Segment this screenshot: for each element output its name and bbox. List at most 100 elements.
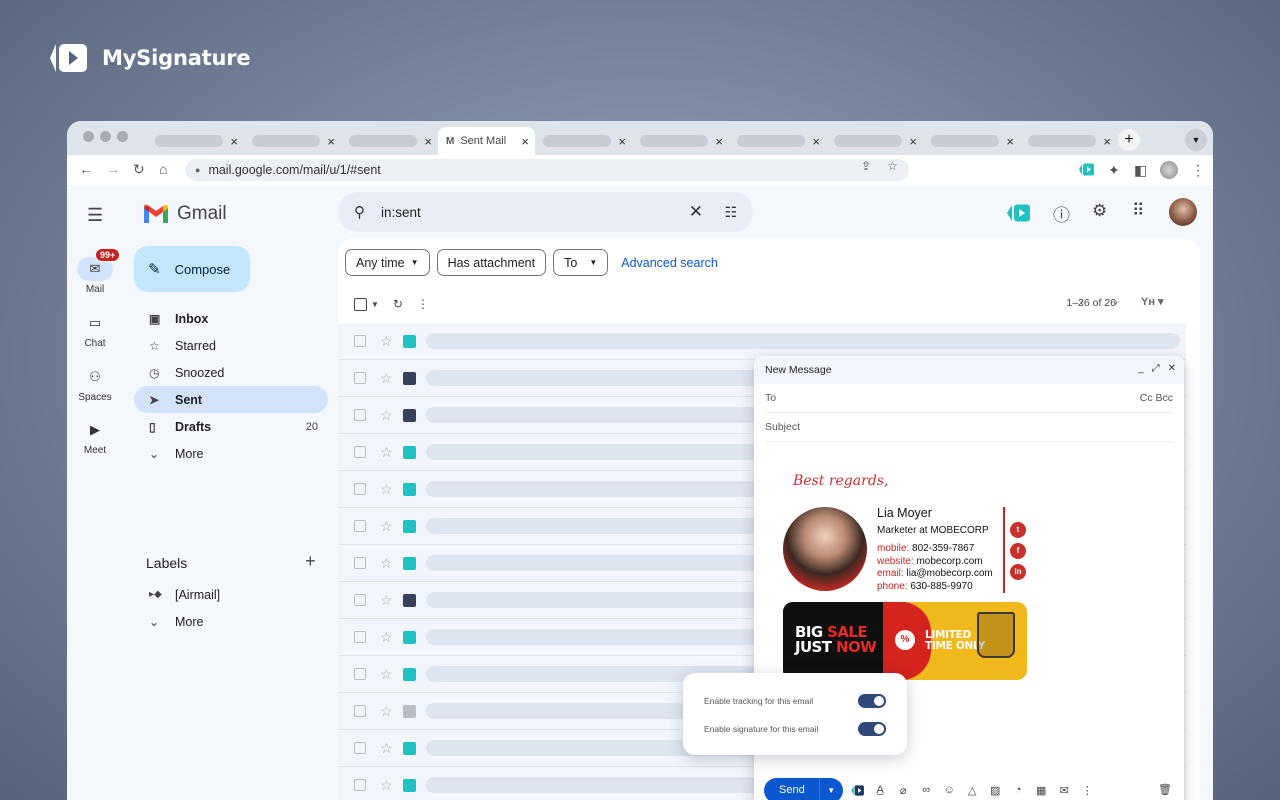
reload-icon[interactable]: ↻	[133, 161, 145, 178]
tracking-icon[interactable]: ✉	[1057, 784, 1072, 797]
tab-close-icon[interactable]: ×	[521, 134, 529, 149]
confidential-icon[interactable]: ◔	[1011, 784, 1026, 796]
home-icon[interactable]: ⌂	[159, 161, 167, 177]
account-avatar[interactable]	[1169, 198, 1197, 226]
drive-icon[interactable]: △	[965, 784, 980, 797]
new-tab-button[interactable]: +	[1118, 129, 1140, 151]
row-checkbox[interactable]	[354, 668, 366, 680]
back-arrow-icon[interactable]: ←	[79, 161, 93, 177]
close-icon[interactable]: ✕	[1168, 363, 1176, 374]
select-all-checkbox[interactable]	[354, 297, 367, 311]
row-checkbox[interactable]	[354, 409, 366, 421]
tab-close-icon[interactable]: ×	[909, 134, 917, 149]
row-checkbox[interactable]	[354, 483, 366, 495]
star-icon[interactable]: ☆	[380, 592, 393, 609]
browser-tab[interactable]: ×	[341, 127, 438, 155]
nav-item-more[interactable]: ⌄ More	[134, 440, 328, 467]
browser-tab-active[interactable]: M Sent Mail ×	[438, 127, 535, 155]
minimize-icon[interactable]: _	[1138, 363, 1144, 374]
formatting-icon[interactable]: A̲	[873, 784, 888, 796]
attach-icon[interactable]: ⌀	[896, 784, 911, 797]
tab-close-icon[interactable]: ×	[424, 134, 432, 149]
side-panel-icon[interactable]: ◧	[1134, 162, 1147, 179]
share-icon[interactable]: ⇪	[861, 159, 871, 173]
minimize-window-button[interactable]	[100, 131, 111, 142]
star-icon[interactable]: ☆	[380, 555, 393, 572]
email-value[interactable]: lia@mobecorp.com	[906, 568, 992, 579]
row-checkbox[interactable]	[354, 779, 366, 791]
browser-menu-icon[interactable]: ⋮	[1191, 162, 1205, 179]
to-field[interactable]: To Cc Bcc	[765, 384, 1173, 413]
browser-tab[interactable]: ×	[1020, 127, 1117, 155]
star-icon[interactable]: ☆	[380, 666, 393, 683]
mysignature-compose-icon[interactable]	[850, 784, 865, 796]
browser-tab[interactable]: ×	[826, 127, 923, 155]
star-icon[interactable]: ☆	[380, 444, 393, 461]
help-icon[interactable]: ⓘ	[1053, 201, 1070, 226]
star-icon[interactable]: ☆	[380, 481, 393, 498]
any-time-filter[interactable]: Any time ▼	[345, 249, 430, 276]
extensions-puzzle-icon[interactable]: ✦	[1108, 162, 1120, 179]
star-icon[interactable]: ☆	[380, 407, 393, 424]
row-checkbox[interactable]	[354, 372, 366, 384]
apps-grid-icon[interactable]: ⠿	[1132, 201, 1144, 221]
address-bar[interactable]: ● mail.google.com/mail/u/1/#sent	[185, 159, 909, 181]
send-button[interactable]: Send ▼	[764, 777, 843, 800]
twitter-icon[interactable]: t	[1010, 522, 1026, 538]
has-attachment-filter[interactable]: Has attachment	[436, 249, 547, 276]
signature-banner[interactable]: BIG SALE JUST NOW % LIMITED TIME ONLY	[783, 602, 1027, 680]
mysignature-app-icon[interactable]	[1007, 204, 1031, 222]
rail-chat[interactable]: ▭ Chat	[67, 311, 123, 349]
tab-close-icon[interactable]: ×	[618, 134, 626, 149]
forward-arrow-icon[interactable]: →	[106, 161, 120, 177]
tab-search-chevron-icon[interactable]: ▼	[1185, 129, 1207, 151]
subject-field[interactable]: Subject	[765, 413, 1173, 442]
nav-item-inbox[interactable]: ▣ Inbox	[134, 305, 328, 332]
link-icon[interactable]: ∞	[919, 784, 934, 796]
row-checkbox[interactable]	[354, 520, 366, 532]
mail-search[interactable]: ⚲ in:sent ✕ ☷	[338, 192, 753, 232]
website-value[interactable]: mobecorp.com	[916, 556, 982, 567]
star-icon[interactable]: ☆	[380, 740, 393, 757]
refresh-icon[interactable]: ↻	[393, 297, 403, 311]
send-options-icon[interactable]: ▼	[818, 777, 843, 800]
nav-item-starred[interactable]: ☆ Starred	[134, 332, 328, 359]
row-checkbox[interactable]	[354, 742, 366, 754]
tab-close-icon[interactable]: ×	[1006, 134, 1014, 149]
gmail-logo[interactable]: Gmail	[143, 203, 227, 225]
clear-search-icon[interactable]: ✕	[689, 202, 703, 222]
next-page-icon[interactable]: ›	[1114, 295, 1118, 309]
emoji-icon[interactable]: ☺	[942, 784, 957, 796]
row-checkbox[interactable]	[354, 705, 366, 717]
photo-icon[interactable]: ▨	[988, 784, 1003, 797]
close-window-button[interactable]	[83, 131, 94, 142]
row-checkbox[interactable]	[354, 631, 366, 643]
rail-mail[interactable]: ✉ 99+ Mail	[67, 248, 123, 295]
rail-spaces[interactable]: ⚇ Spaces	[67, 365, 123, 403]
row-checkbox[interactable]	[354, 335, 366, 347]
input-tools-icon[interactable]: Yн ▾	[1141, 295, 1164, 308]
tab-close-icon[interactable]: ×	[327, 134, 335, 149]
prev-page-icon[interactable]: ‹	[1080, 295, 1084, 309]
advanced-search-link[interactable]: Advanced search	[621, 256, 718, 270]
labels-more[interactable]: ⌄ More	[134, 608, 328, 635]
facebook-icon[interactable]: f	[1010, 543, 1026, 559]
browser-tab[interactable]: ×	[535, 127, 632, 155]
search-input[interactable]: in:sent	[381, 205, 421, 220]
bookmark-star-icon[interactable]: ☆	[887, 159, 898, 173]
add-label-icon[interactable]: +	[305, 551, 316, 572]
star-icon[interactable]: ☆	[380, 777, 393, 794]
nav-item-snoozed[interactable]: ◷ Snoozed	[134, 359, 328, 386]
more-options-icon[interactable]: ⋮	[1080, 784, 1095, 797]
tab-close-icon[interactable]: ×	[1103, 134, 1111, 149]
nav-item-drafts[interactable]: ▯ Drafts 20	[134, 413, 328, 440]
search-options-icon[interactable]: ☷	[724, 204, 737, 221]
star-icon[interactable]: ☆	[380, 370, 393, 387]
star-icon[interactable]: ☆	[380, 629, 393, 646]
tab-close-icon[interactable]: ×	[812, 134, 820, 149]
discard-draft-icon[interactable]: 🗑	[1158, 783, 1172, 796]
main-menu-icon[interactable]: ☰	[87, 205, 103, 226]
cc-bcc-link[interactable]: Cc Bcc	[1140, 392, 1173, 404]
mysignature-extension-icon[interactable]	[1079, 163, 1095, 176]
select-caret-icon[interactable]: ▼	[371, 300, 379, 309]
